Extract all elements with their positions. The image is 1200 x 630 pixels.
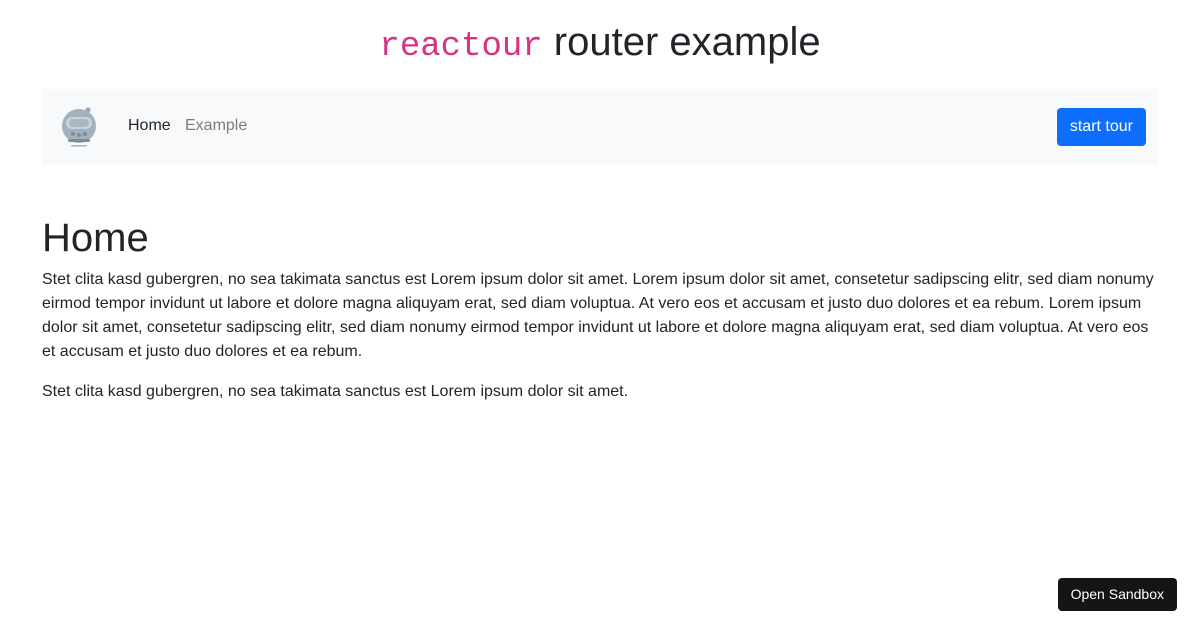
open-sandbox-button[interactable]: Open Sandbox [1057,578,1177,611]
page-heading: Home [42,216,149,260]
paragraph-1: Stet clita kasd gubergren, no sea takima… [42,271,1154,360]
nav-link-home[interactable]: Home [128,116,171,136]
logo-graphic [62,107,96,147]
main-content: Home Stet clita kasd gubergren, no sea t… [42,214,1158,420]
astronaut-helmet-logo-icon[interactable] [58,105,100,151]
paragraph-2: Stet clita kasd gubergren, no sea takima… [42,383,629,400]
nav-link-example[interactable]: Example [185,116,247,136]
app-title: reactour router example [0,18,1200,71]
app-title-code: reactour [379,28,543,66]
app-title-text: router example [553,20,821,64]
start-tour-button[interactable]: start tour [1056,108,1146,146]
navbar: Home Example start tour [42,89,1158,165]
